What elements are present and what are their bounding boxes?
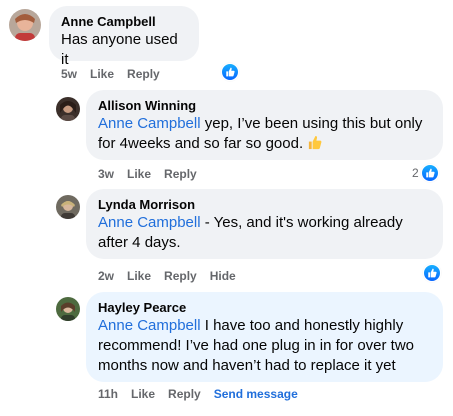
like-reaction-icon xyxy=(420,164,439,182)
reply-button[interactable]: Reply xyxy=(127,67,160,81)
avatar-anne-campbell[interactable] xyxy=(9,9,41,41)
comment-author[interactable]: Hayley Pearce xyxy=(98,300,431,316)
hide-button[interactable]: Hide xyxy=(210,269,236,283)
comment-bubble: Allison Winning Anne Campbell yep, I’ve … xyxy=(86,90,443,160)
comment-actions: 11h Like Reply Send message xyxy=(98,386,311,402)
like-button[interactable]: Like xyxy=(90,67,114,81)
comment-actions: 5w Like Reply xyxy=(61,66,173,82)
reaction-count: 2 xyxy=(412,166,419,180)
like-reaction-icon xyxy=(423,264,441,282)
comment-reactions[interactable] xyxy=(423,263,441,283)
comment-bubble: Anne Campbell Has anyone used it xyxy=(49,6,199,68)
comment-time[interactable]: 11h xyxy=(98,387,118,401)
comment-text: Anne Campbell yep, I’ve been using this … xyxy=(98,114,431,156)
comment-time[interactable]: 2w xyxy=(98,269,114,283)
avatar-allison-winning[interactable] xyxy=(56,97,80,121)
mention-link[interactable]: Anne Campbell xyxy=(98,214,201,231)
comment-reactions[interactable] xyxy=(221,62,239,82)
comment-text: Anne Campbell I have too and honestly hi… xyxy=(98,317,415,374)
reply-button[interactable]: Reply xyxy=(168,387,201,401)
comment-time[interactable]: 3w xyxy=(98,167,114,181)
comment-actions: 3w Like Reply xyxy=(98,166,210,182)
comment-bubble: Lynda Morrison Anne Campbell - Yes, and … xyxy=(86,189,443,259)
comment-text: Has anyone used it xyxy=(61,31,178,68)
comment-author[interactable]: Anne Campbell xyxy=(61,14,187,30)
comment-bubble: Hayley Pearce Anne Campbell I have too a… xyxy=(86,292,443,382)
comment-author[interactable]: Lynda Morrison xyxy=(98,197,431,213)
like-button[interactable]: Like xyxy=(127,167,151,181)
like-button[interactable]: Like xyxy=(131,387,155,401)
comment-time[interactable]: 5w xyxy=(61,67,77,81)
reply-button[interactable]: Reply xyxy=(164,269,197,283)
avatar-hayley-pearce[interactable] xyxy=(56,297,80,321)
send-message-button[interactable]: Send message xyxy=(214,387,298,401)
comment-actions: 2w Like Reply Hide xyxy=(98,268,249,284)
comment-author[interactable]: Allison Winning xyxy=(98,98,431,114)
mention-link[interactable]: Anne Campbell xyxy=(98,115,201,132)
avatar-lynda-morrison[interactable] xyxy=(56,195,80,219)
comment-text: Anne Campbell - Yes, and it's working al… xyxy=(98,214,403,251)
like-button[interactable]: Like xyxy=(127,269,151,283)
thumbs-up-emoji-icon xyxy=(307,135,322,156)
like-reaction-icon xyxy=(221,63,239,81)
reply-button[interactable]: Reply xyxy=(164,167,197,181)
comment-reactions[interactable]: 2 xyxy=(412,163,439,183)
mention-link[interactable]: Anne Campbell xyxy=(98,317,201,334)
